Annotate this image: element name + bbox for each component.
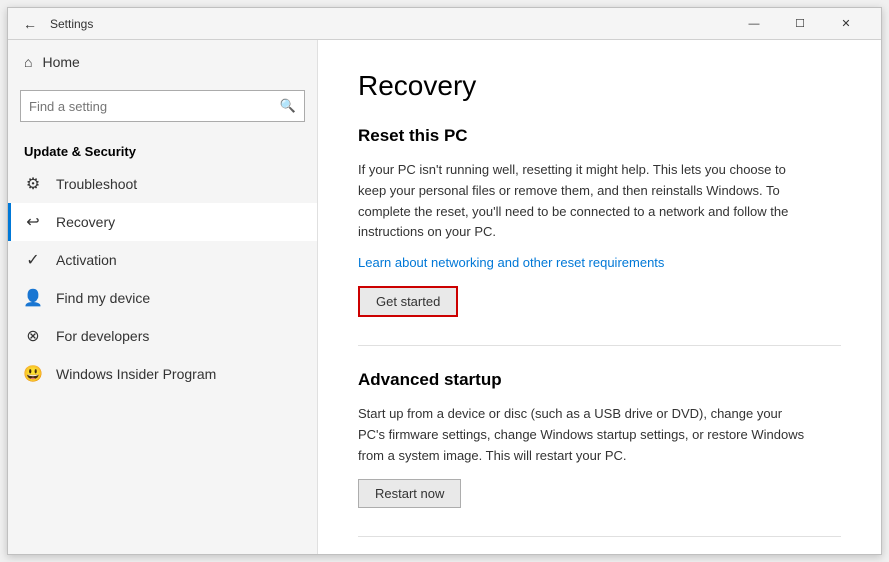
sidebar-item-activation[interactable]: ✓ Activation: [8, 241, 317, 279]
content-area: ⌂ Home 🔍 Update & Security ⚙ Troubleshoo…: [8, 40, 881, 554]
close-button[interactable]: ✕: [823, 8, 869, 40]
advanced-startup-section: Advanced startup Start up from a device …: [358, 370, 841, 507]
restart-now-button[interactable]: Restart now: [358, 479, 461, 508]
maximize-button[interactable]: ☐: [777, 8, 823, 40]
reset-description: If your PC isn't running well, resetting…: [358, 160, 808, 243]
sidebar-item-label: For developers: [56, 328, 149, 344]
section-divider-2: [358, 536, 841, 537]
sidebar-item-label: Find my device: [56, 290, 150, 306]
titlebar: ← Settings — ☐ ✕: [8, 8, 881, 40]
recovery-icon: ↩: [24, 213, 42, 231]
sidebar-home-label: Home: [42, 54, 79, 70]
page-title: Recovery: [358, 70, 841, 102]
minimize-button[interactable]: —: [731, 8, 777, 40]
sidebar-search-box: 🔍: [20, 90, 305, 122]
sidebar: ⌂ Home 🔍 Update & Security ⚙ Troubleshoo…: [8, 40, 318, 554]
sidebar-item-for-developers[interactable]: ⊗ For developers: [8, 317, 317, 355]
sidebar-item-recovery[interactable]: ↩ Recovery: [8, 203, 317, 241]
reset-learn-link[interactable]: Learn about networking and other reset r…: [358, 255, 841, 270]
sidebar-item-label: Activation: [56, 252, 117, 268]
section-divider: [358, 345, 841, 346]
reset-section: Reset this PC If your PC isn't running w…: [358, 126, 841, 317]
get-started-button[interactable]: Get started: [358, 286, 458, 317]
search-input[interactable]: [29, 99, 280, 114]
sidebar-item-windows-insider[interactable]: 😃 Windows Insider Program: [8, 355, 317, 393]
sidebar-item-home[interactable]: ⌂ Home: [8, 40, 317, 84]
sidebar-item-label: Recovery: [56, 214, 115, 230]
activation-icon: ✓: [24, 251, 42, 269]
main-content: Recovery Reset this PC If your PC isn't …: [318, 40, 881, 554]
sidebar-item-find-my-device[interactable]: 👤 Find my device: [8, 279, 317, 317]
sidebar-item-label: Troubleshoot: [56, 176, 137, 192]
back-button[interactable]: ←: [20, 14, 40, 34]
find-my-device-icon: 👤: [24, 289, 42, 307]
troubleshoot-icon: ⚙: [24, 175, 42, 193]
window-title: Settings: [50, 17, 731, 31]
advanced-description: Start up from a device or disc (such as …: [358, 404, 808, 466]
sidebar-item-troubleshoot[interactable]: ⚙ Troubleshoot: [8, 165, 317, 203]
sidebar-category-label: Update & Security: [8, 134, 317, 165]
search-icon: 🔍: [280, 98, 296, 114]
advanced-title: Advanced startup: [358, 370, 841, 390]
reset-title: Reset this PC: [358, 126, 841, 146]
insider-icon: 😃: [24, 365, 42, 383]
window-controls: — ☐ ✕: [731, 8, 869, 40]
settings-window: ← Settings — ☐ ✕ ⌂ Home 🔍 Update & Secur…: [7, 7, 882, 555]
home-icon: ⌂: [24, 54, 32, 70]
sidebar-item-label: Windows Insider Program: [56, 366, 216, 382]
developers-icon: ⊗: [24, 327, 42, 345]
